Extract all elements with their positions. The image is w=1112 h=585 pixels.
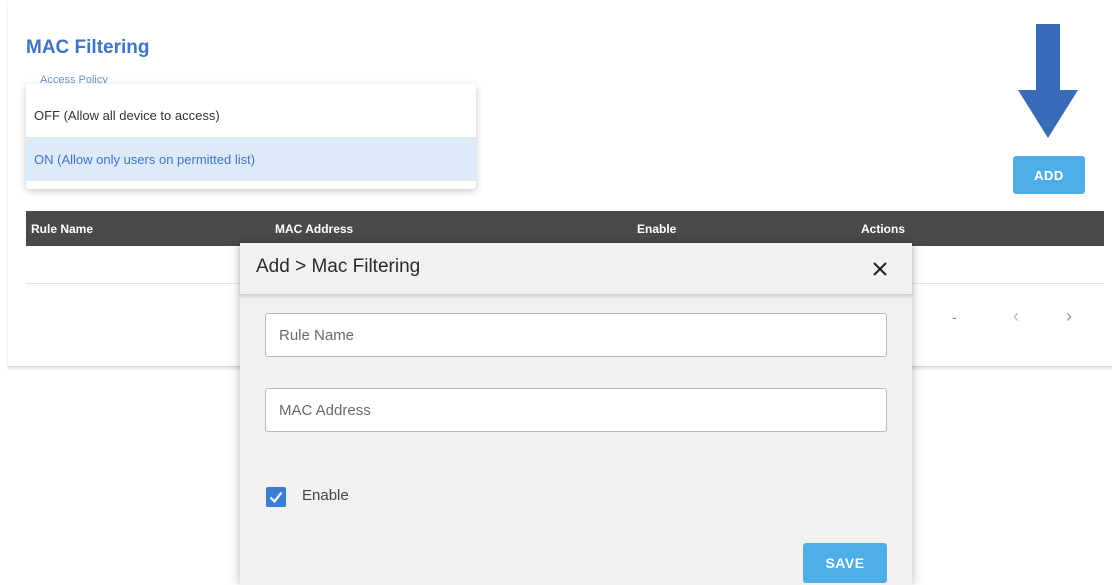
- mac-address-input[interactable]: [265, 388, 887, 432]
- access-policy-label: Access Policy: [40, 74, 108, 83]
- add-button[interactable]: ADD: [1013, 156, 1085, 194]
- page-title: MAC Filtering: [26, 37, 150, 58]
- close-icon[interactable]: [868, 257, 892, 281]
- page: MAC Filtering Access Policy OFF (Allow a…: [0, 0, 1112, 585]
- column-header-enable[interactable]: Enable: [637, 211, 676, 246]
- enable-checkbox-label: Enable: [302, 487, 349, 504]
- rule-name-input[interactable]: [265, 313, 887, 357]
- policy-option-on[interactable]: ON (Allow only users on permitted list): [26, 137, 476, 181]
- policy-option-off[interactable]: OFF (Allow all device to access): [26, 93, 476, 137]
- access-policy-dropdown: OFF (Allow all device to access) ON (All…: [26, 84, 476, 189]
- table-header: Rule Name MAC Address Enable Actions: [26, 211, 1104, 246]
- column-header-rule-name[interactable]: Rule Name: [31, 211, 93, 246]
- enable-checkbox[interactable]: [266, 487, 286, 507]
- add-mac-filter-dialog: Add > Mac Filtering Enable SAVE: [240, 243, 912, 585]
- pagination-range: -: [952, 309, 957, 325]
- dialog-title: Add > Mac Filtering: [256, 256, 421, 277]
- save-button[interactable]: SAVE: [803, 543, 887, 583]
- annotation-arrow-icon: [1018, 24, 1078, 138]
- column-header-mac-address[interactable]: MAC Address: [275, 211, 353, 246]
- dialog-header: Add > Mac Filtering: [240, 243, 912, 295]
- column-header-actions: Actions: [861, 221, 906, 236]
- pagination-prev-icon[interactable]: ‹: [1013, 306, 1019, 327]
- pagination-next-icon[interactable]: ›: [1066, 306, 1072, 327]
